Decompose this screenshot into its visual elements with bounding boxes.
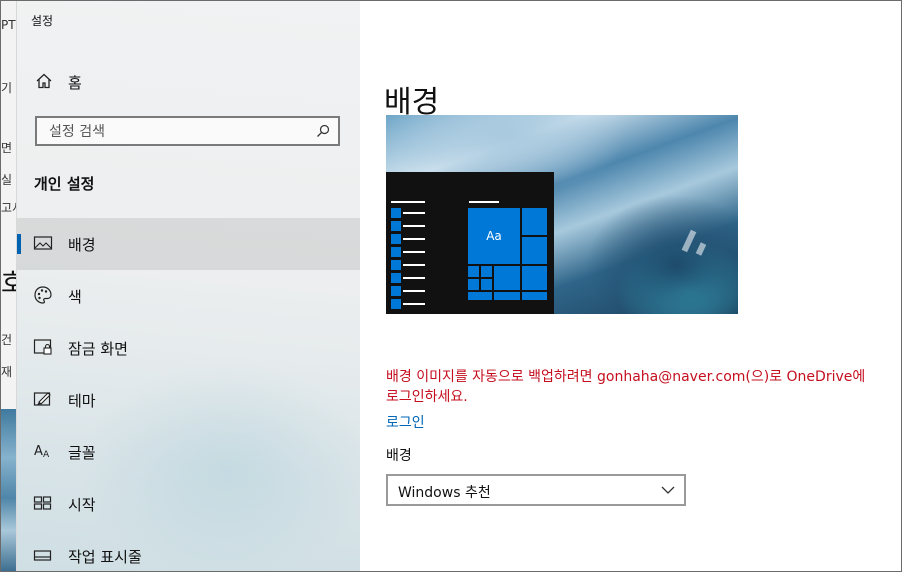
- preview-tile: [522, 237, 547, 264]
- palette-icon: [34, 286, 52, 304]
- preview-list-row: [391, 221, 425, 231]
- chevron-down-icon: [661, 486, 675, 494]
- preview-tile: [481, 266, 492, 277]
- sidebar-item-label: 시작: [68, 496, 96, 514]
- preview-tile: [468, 279, 479, 290]
- background-type-label: 배경: [386, 448, 412, 464]
- background-app-text: 재: [1, 365, 13, 379]
- preview-light-streak: [681, 229, 697, 253]
- background-app-image: [1, 409, 16, 571]
- background-app-text: 호: [1, 263, 16, 300]
- login-link[interactable]: 로그인: [386, 412, 425, 432]
- home-icon: [36, 73, 52, 89]
- main-content: 배경 Aa 배경 이미지를 자동으로 백업하려면 gonhaha@naver.c…: [360, 1, 901, 571]
- sidebar-item-label: 잠금 화면: [68, 340, 128, 358]
- settings-sidebar: 설정 홈 개인 설정 배경: [17, 1, 360, 571]
- preview-tile: [481, 279, 492, 290]
- sidebar-item-background[interactable]: 배경: [17, 218, 360, 270]
- background-app-text: 실: [1, 173, 13, 187]
- sidebar-item-label: 배경: [68, 236, 96, 254]
- section-title: 개인 설정: [34, 175, 95, 193]
- preview-list-row: [391, 247, 425, 257]
- image-icon: [33, 236, 53, 250]
- preview-list-header: [391, 201, 425, 203]
- search-icon[interactable]: [316, 124, 330, 138]
- preview-list-row: [391, 260, 425, 270]
- sidebar-item-label: 색: [68, 288, 82, 306]
- sidebar-item-lock-screen[interactable]: 잠금 화면: [17, 322, 360, 374]
- preview-tiles-header: [469, 201, 499, 203]
- preview-list-row: [391, 286, 425, 296]
- background-type-select[interactable]: Windows 추천: [386, 474, 686, 506]
- sidebar-item-label: 작업 표시줄: [68, 548, 142, 566]
- preview-list-row: [391, 234, 425, 244]
- desktop-preview: Aa: [386, 115, 738, 314]
- start-layout-icon: [33, 496, 52, 510]
- lock-screen-icon: [33, 339, 52, 355]
- sidebar-item-fonts[interactable]: A A 글꼴: [17, 426, 360, 478]
- select-value: Windows 추천: [398, 485, 491, 501]
- sidebar-item-color[interactable]: 색: [17, 270, 360, 322]
- preview-tile: [522, 292, 547, 300]
- svg-text:A: A: [34, 444, 43, 459]
- sidebar-item-label: 테마: [68, 392, 96, 410]
- taskbar-icon: [33, 550, 52, 561]
- preview-tile: [522, 208, 547, 235]
- preview-tile: [468, 292, 492, 300]
- preview-tile: [468, 266, 479, 277]
- background-app-text: PT: [1, 18, 16, 32]
- preview-list-row: [391, 273, 425, 283]
- preview-tile: [522, 266, 547, 290]
- sidebar-item-taskbar[interactable]: 작업 표시줄: [17, 530, 360, 571]
- onedrive-backup-notice: 배경 이미지를 자동으로 백업하려면 gonhaha@naver.com(으)로…: [386, 369, 866, 405]
- settings-window: PT 기 면 실 고서 호 건 재 설정 홈 개인 설정: [0, 0, 902, 572]
- home-label: 홈: [68, 74, 82, 92]
- sidebar-item-label: 글꼴: [68, 444, 96, 462]
- home-nav-item[interactable]: 홈: [17, 63, 360, 99]
- background-app-text: 고서: [1, 201, 16, 215]
- background-app-text: 면: [1, 141, 13, 155]
- sidebar-item-themes[interactable]: 테마: [17, 374, 360, 426]
- app-title: 설정: [31, 14, 54, 28]
- background-app-text: 건: [1, 333, 13, 347]
- search-box[interactable]: [35, 116, 340, 146]
- preview-tile: [494, 266, 520, 290]
- preview-light-streak: [695, 242, 707, 256]
- svg-text:A: A: [43, 450, 50, 460]
- preview-list-row: [391, 208, 425, 218]
- preview-tile-large: Aa: [468, 208, 520, 264]
- background-app-sliver: PT 기 면 실 고서 호 건 재: [1, 1, 17, 571]
- sidebar-item-start[interactable]: 시작: [17, 478, 360, 530]
- background-app-text: 기: [1, 81, 13, 95]
- preview-tiles: Aa: [468, 208, 548, 300]
- preview-tile: [494, 292, 520, 300]
- font-icon: A A: [34, 444, 50, 460]
- preview-list-row: [391, 299, 425, 309]
- active-indicator: [17, 234, 21, 254]
- theme-brush-icon: [33, 392, 51, 406]
- search-input[interactable]: [47, 121, 311, 143]
